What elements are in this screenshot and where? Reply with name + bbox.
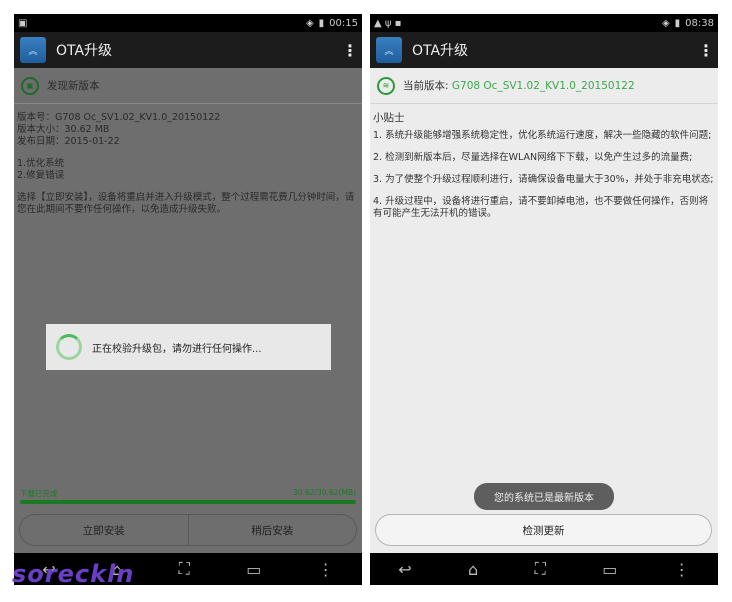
wifi-icon: ◈ (661, 17, 670, 29)
app-logo-icon: ︽ (20, 37, 46, 63)
status-bar: ▲ ψ ▪ ◈ ▮ 08:38 (370, 14, 718, 32)
status-time: 08:38 (685, 17, 714, 29)
app-title: OTA升级 (56, 43, 113, 59)
home-icon[interactable]: ⌂ (468, 560, 478, 579)
screenshot-button-icon[interactable]: ⛶ (535, 559, 546, 579)
app-logo-icon: ︽ (376, 37, 402, 63)
tip-item: 3. 为了使整个升级过程顺利进行，请确保设备电量大于30%，并处于非充电状态; (373, 174, 714, 185)
layers-icon: ≋ (377, 76, 395, 95)
new-version-header: ▣ 发现新版本 (14, 68, 362, 104)
screenshot-button-icon[interactable]: ⛶ (179, 559, 190, 579)
battery-icon: ▮ (318, 17, 325, 29)
status-bar: ▣ ◈ ▮ 00:15 (14, 14, 362, 32)
toast-message: 您的系统已是最新版本 (474, 483, 614, 510)
version-number: 版本号：G708 Oc_SV1.02_KV1.0_20150122 (17, 112, 221, 123)
check-update-button[interactable]: 检测更新 (375, 514, 712, 546)
app-bar: ︽ OTA升级 ⋮ (370, 32, 718, 68)
left-phone-screen: ▣ ◈ ▮ 00:15 ︽ OTA升级 ⋮ ▣ 发现新版本 版本号：G708 Oc_… (14, 14, 362, 585)
install-now-button[interactable]: 立即安装 (20, 515, 188, 545)
tip-item: 4. 升级过程中，设备将进行重启，请不要卸掉电池，也不要做任何操作，否则将有可能… (373, 196, 709, 219)
install-notice: 选择【立即安装】，设备将重启并进入升级模式，整个过程需花费几分钟时间，请您在此期… (17, 192, 355, 215)
current-version-value: G708 Oc_SV1.02_KV1.0_20150122 (451, 79, 635, 92)
install-later-button[interactable]: 稍后安装 (187, 515, 357, 545)
app-title: OTA升级 (412, 43, 469, 59)
change-item: 1.优化系统 (17, 158, 65, 169)
tip-item: 2. 检测到新版本后，尽量选择在WLAN网络下下载，以免产生过多的流量费; (373, 152, 693, 163)
header-text: 发现新版本 (47, 80, 100, 92)
overflow-menu-icon[interactable]: ⋮ (342, 41, 358, 60)
content: ≋ 当前版本: G708 Oc_SV1.02_KV1.0_20150122 小贴… (370, 68, 718, 553)
menu-icon[interactable]: ⋮ (318, 560, 334, 579)
status-time: 00:15 (329, 17, 358, 29)
download-progress-bar (20, 500, 356, 504)
menu-icon[interactable]: ⋮ (674, 560, 690, 579)
recents-icon[interactable]: ▭ (602, 560, 617, 579)
app-bar: ︽ OTA升级 ⋮ (14, 32, 362, 68)
recents-icon[interactable]: ▭ (246, 560, 261, 579)
notification-icons: ▲ ψ ▪ (374, 17, 402, 29)
watermark: soreckln (12, 560, 135, 588)
content: ▣ 发现新版本 版本号：G708 Oc_SV1.02_KV1.0_2015012… (14, 68, 362, 553)
progress-label: 下载已完成 (20, 489, 58, 498)
change-item: 2.修复错误 (17, 170, 65, 181)
right-phone-screen: ▲ ψ ▪ ◈ ▮ 08:38 ︽ OTA升级 ⋮ ≋ 当前版本: G708 Oc_… (370, 14, 718, 585)
back-icon[interactable]: ↩ (398, 560, 411, 579)
version-size: 版本大小：30.62 MB (17, 124, 110, 135)
progress-value: 30.62/30.62(MB) (293, 488, 356, 497)
tips-title: 小贴士 (373, 112, 405, 124)
tip-item: 1. 系统升级能够增强系统稳定性，优化系统运行速度，解决一些隐藏的软件问题; (373, 130, 712, 141)
release-date: 发布日期：2015-01-22 (17, 136, 120, 147)
dialog-text: 正在校验升级包，请勿进行任何操作... (92, 343, 262, 355)
current-version-header: ≋ 当前版本: G708 Oc_SV1.02_KV1.0_20150122 (370, 68, 718, 104)
screenshot-icon: ▣ (18, 17, 28, 29)
current-version-label: 当前版本: (403, 80, 449, 92)
nav-bar: ↩ ⌂ ⛶ ▭ ⋮ (370, 553, 718, 585)
overflow-menu-icon[interactable]: ⋮ (698, 41, 714, 60)
battery-icon: ▮ (674, 17, 681, 29)
loading-spinner-icon (56, 334, 82, 360)
wifi-icon: ◈ (305, 17, 314, 29)
verify-dialog: 正在校验升级包，请勿进行任何操作... (46, 324, 331, 370)
update-icon: ▣ (21, 76, 39, 95)
